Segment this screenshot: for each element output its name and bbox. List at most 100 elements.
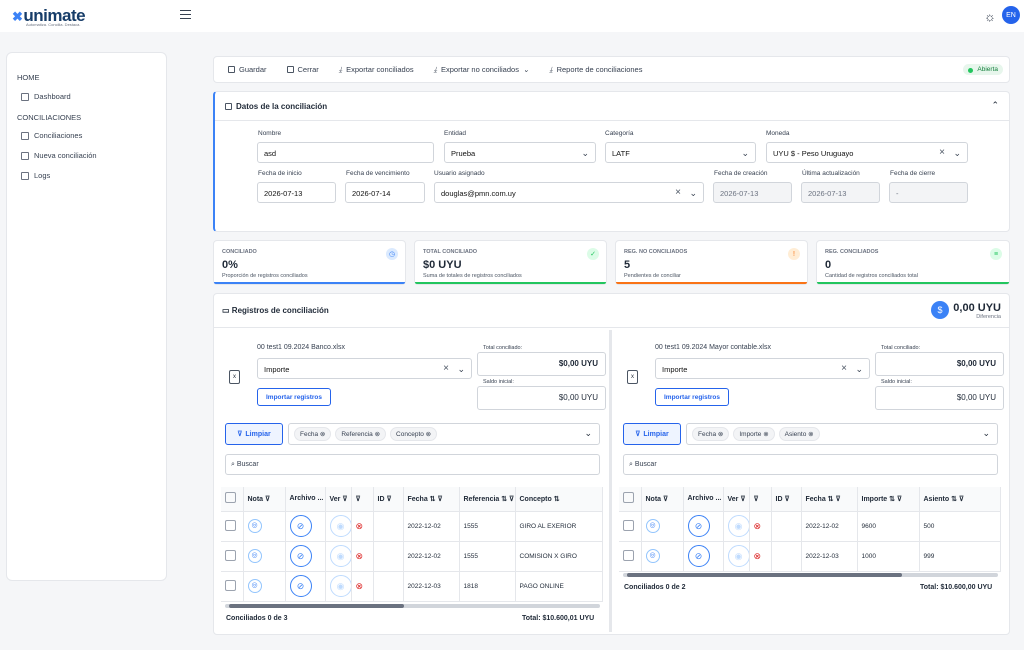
attach-icon[interactable]: ⊘ [687,545,710,567]
filter-icon: ⊽ [635,431,641,438]
left-saldo-input[interactable]: $0,00 UYU [477,386,606,410]
left-column-select[interactable]: Importe × ⌄ [257,358,472,379]
clear-icon[interactable]: × [443,363,449,374]
chevron-down-icon: ⌄ [581,148,589,158]
eye-icon[interactable]: ◉ [329,545,350,567]
attach-icon[interactable]: ⊘ [289,515,312,537]
eye-icon[interactable]: ◉ [727,545,748,567]
right-import-button[interactable]: Importar registros [655,388,729,406]
sidebar-item-dashboard[interactable]: Dashboard [21,92,71,101]
left-saldo-label: Saldo inicial: [483,379,514,385]
left-records-table: Nota ⊽ Archivo ... Ver ⊽ ⊽ ID ⊽ Fecha ⇅ … [221,487,603,602]
entidad-select[interactable]: Prueba ⌄ [444,142,596,163]
sidebar-item-conciliaciones[interactable]: Conciliaciones [21,131,82,140]
sidebar: HOME Dashboard CONCILIACIONES Conciliaci… [6,52,167,581]
note-icon[interactable]: ◎ [247,549,262,563]
note-icon[interactable]: ◎ [645,549,660,563]
report-button[interactable]: ⤓ Reporte de conciliaciones [549,65,642,75]
logo[interactable]: ✖unimate Automatiza. Concilia. Destaca. [12,6,86,27]
fecha-actualizacion-input: 2026-07-13 [801,182,880,203]
row-checkbox[interactable] [225,579,236,591]
right-total-value: $0,00 UYU [875,352,1004,376]
fecha-inicio-input[interactable]: 2026-07-13 [257,182,336,203]
menu-icon[interactable] [180,10,191,19]
select-all-checkbox[interactable] [623,492,634,504]
difference-value: 0,00 UYU [953,302,1001,314]
select-all-checkbox[interactable] [225,492,236,504]
row-checkbox[interactable] [225,519,236,531]
error-icon: ⊗ [753,520,762,531]
fecha-cierre-input: - [889,182,968,203]
nombre-label: Nombre [258,130,282,137]
chevron-down-icon: ⌄ [982,428,990,438]
moneda-label: Moneda [766,130,790,137]
right-total-label: Total conciliado: [881,345,921,351]
usuario-label: Usuario asignado [434,170,485,177]
eye-icon[interactable]: ◉ [329,575,350,597]
filter-tag[interactable]: Importe ⊗ [733,427,775,441]
attach-icon[interactable]: ⊘ [289,575,312,597]
export-reconciled-button[interactable]: ⤓ Exportar conciliados [339,65,414,75]
registros-title: ▭ Registros de conciliación [222,306,329,315]
table-row[interactable]: ◎ ⊘ ◉ ⊗ 2022-12-02 1555 GIRO AL EXERIOR [221,511,603,542]
eye-icon[interactable]: ◉ [727,515,748,537]
stat-conciliados: Reg. conciliados 0 Cantidad de registros c… [816,240,1010,285]
chevron-up-icon[interactable]: ⌃ [991,100,999,111]
left-horizontal-scrollbar[interactable] [225,604,600,608]
filter-tag[interactable]: Asiento ⊗ [778,427,820,441]
usuario-select[interactable]: douglas@pmn.com.uy × ⌄ [434,182,704,203]
table-row[interactable]: ◎ ⊘ ◉ ⊗ 2022-12-03 1000 999 [619,541,1001,572]
nombre-input[interactable]: asd [257,142,434,163]
export-unreconciled-button[interactable]: ⤓ Exportar no conciliados ⌄ [434,65,530,75]
right-horizontal-scrollbar[interactable] [623,573,998,577]
fecha-venc-input[interactable]: 2026-07-14 [345,182,425,203]
sidebar-section-home: HOME [17,73,40,82]
home-icon [21,92,29,101]
copy-icon [21,131,29,140]
left-import-button[interactable]: Importar registros [257,388,331,406]
clear-icon[interactable]: × [841,363,847,374]
right-column-select[interactable]: Importe × ⌄ [655,358,870,379]
sidebar-item-nueva[interactable]: Nueva conciliación [21,151,97,160]
close-button[interactable]: Cerrar [286,65,319,74]
pane-divider[interactable] [609,330,612,632]
note-icon[interactable]: ◎ [645,519,660,533]
save-button[interactable]: Guardar [228,65,267,74]
left-filter-tags[interactable]: Fecha ⊗ Referencia ⊗ Concepto ⊗ ⌄ [288,423,600,445]
filter-tag[interactable]: Concepto ⊗ [390,427,438,441]
filter-tag[interactable]: Fecha ⊗ [294,427,332,441]
table-row[interactable]: ◎ ⊘ ◉ ⊗ 2022-12-02 9600 500 [619,511,1001,542]
note-icon[interactable]: ◎ [247,579,262,593]
row-checkbox[interactable] [623,549,634,561]
theme-toggle-icon[interactable]: ☼ [984,9,996,24]
attach-icon[interactable]: ⊘ [289,545,312,567]
error-icon: ⊗ [355,550,364,561]
left-search-input[interactable]: ⌕ Buscar [225,454,600,475]
card-icon [225,103,232,110]
filter-tag[interactable]: Referencia ⊗ [335,427,387,441]
clear-icon[interactable]: × [675,187,681,198]
clear-icon[interactable]: × [939,147,945,158]
filter-tag[interactable]: Fecha ⊗ [692,427,730,441]
row-checkbox[interactable] [225,549,236,561]
note-icon[interactable]: ◎ [247,519,262,533]
right-clear-filters-button[interactable]: ⊽ Limpiar [623,423,681,445]
attach-icon[interactable]: ⊘ [687,515,710,537]
table-row[interactable]: ◎ ⊘ ◉ ⊗ 2022-12-03 1818 PAGO ONLINE [221,571,603,602]
error-icon: ⊗ [753,550,762,561]
right-footer-total: Total: $10.600,00 UYU [920,584,993,591]
sidebar-item-logs[interactable]: Logs [21,171,50,180]
status-badge: Abierta [963,64,1003,75]
moneda-select[interactable]: UYU $ - Peso Uruguayo × ⌄ [766,142,968,163]
left-clear-filters-button[interactable]: ⊽ Limpiar [225,423,283,445]
right-saldo-input[interactable]: $0,00 UYU [875,386,1004,410]
categoria-select[interactable]: LATF ⌄ [605,142,756,163]
right-search-input[interactable]: ⌕ Buscar [623,454,998,475]
right-filter-tags[interactable]: Fecha ⊗ Importe ⊗ Asiento ⊗ ⌄ [686,423,998,445]
eye-icon[interactable]: ◉ [329,515,350,537]
datos-title[interactable]: Datos de la conciliación [225,102,327,111]
list-icon: ≡ [990,248,1002,260]
language-button[interactable]: EN [1002,6,1020,24]
table-row[interactable]: ◎ ⊘ ◉ ⊗ 2022-12-02 1555 COMISION X GIRO [221,541,603,572]
row-checkbox[interactable] [623,519,634,531]
